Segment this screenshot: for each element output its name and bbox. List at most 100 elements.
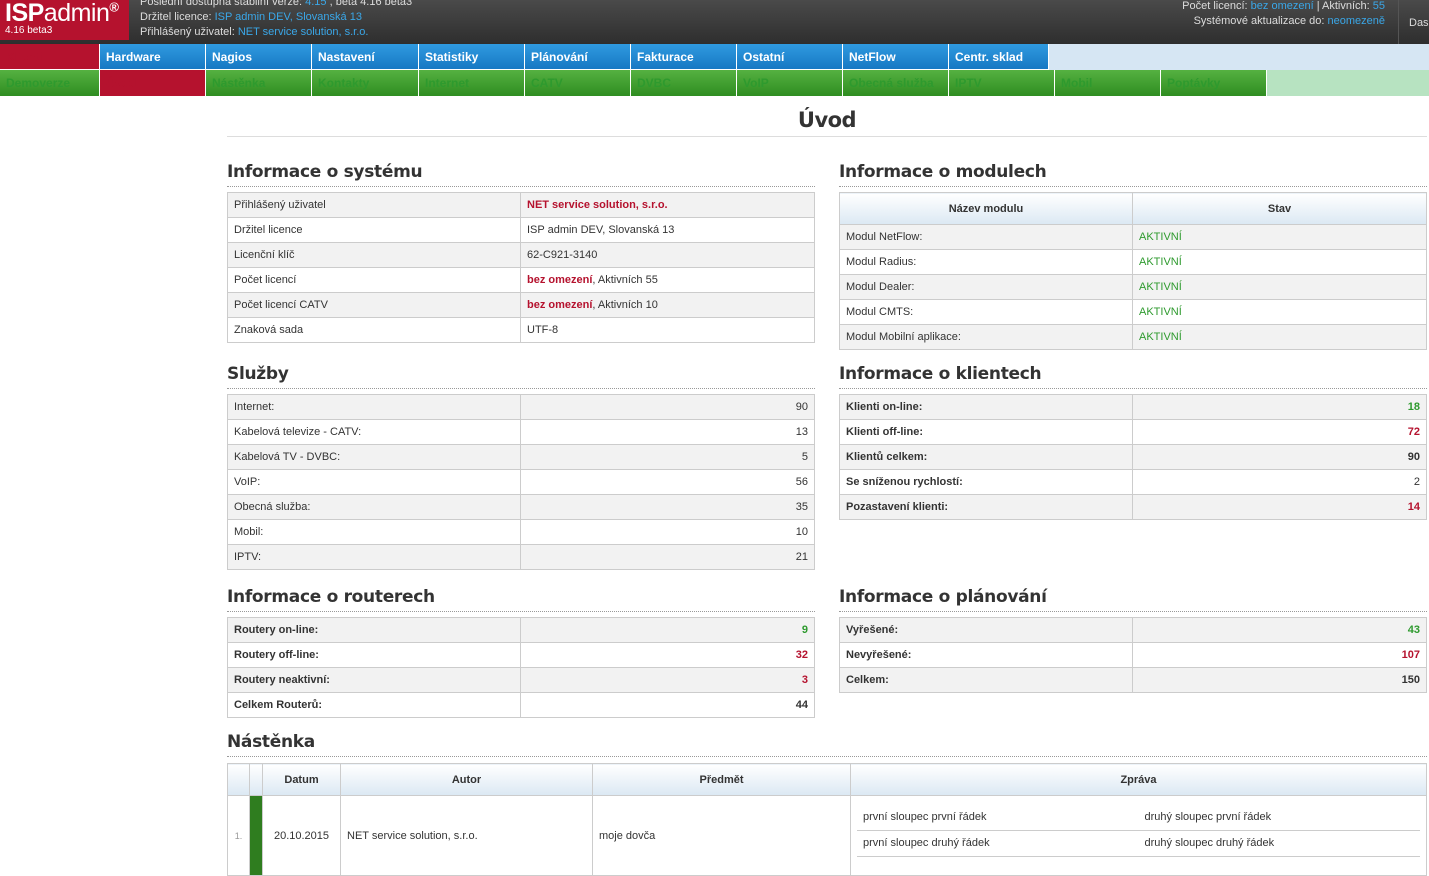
system-info-row: Držitel licence ISP admin DEV, Slovanská … xyxy=(227,217,815,243)
clients-row: Klienti off-line: 72 xyxy=(839,419,1427,445)
board-table: Datum Autor Předmět Zpráva 1. 20.10.2015 N… xyxy=(227,763,1427,876)
menu-item-0[interactable]: Klienti xyxy=(0,44,100,70)
clients-table: Klienti on-line: 18 Klienti off-line: 72 Kli… xyxy=(839,394,1427,520)
clients-divider xyxy=(839,388,1427,389)
modules-col-name[interactable]: Název modulu xyxy=(839,192,1133,225)
board-col-date[interactable]: Datum xyxy=(262,763,341,796)
services-row: Kabelová televize - CATV: 13 xyxy=(227,419,815,445)
services-row: VoIP: 56 xyxy=(227,469,815,495)
routers-label: Routery on-line: xyxy=(227,617,521,643)
planning-value: 107 xyxy=(1132,642,1427,668)
header-info: Poslední dostupná stabilní verze: 4.15 ,… xyxy=(140,0,412,40)
submenu-item-2[interactable]: Nástěnka xyxy=(206,70,312,96)
routers-row: Routery on-line: 9 xyxy=(227,617,815,643)
module-name: Modul Dealer: xyxy=(839,274,1133,300)
modules-divider xyxy=(839,186,1427,187)
dashboard-link[interactable]: Dashboard xyxy=(1398,0,1429,44)
system-info-row: Počet licencí CATV bez omezení, Aktivních… xyxy=(227,292,815,318)
submenu-item-8[interactable]: Obecná služba xyxy=(843,70,949,96)
menu-item-2[interactable]: Nagios xyxy=(206,44,312,70)
system-info-value: ISP admin DEV, Slovanská 13 xyxy=(520,217,815,243)
submenu-item-5[interactable]: CATV xyxy=(525,70,631,96)
menu-item-8[interactable]: NetFlow xyxy=(843,44,949,70)
logged-user-label: Přihlášený uživatel: xyxy=(140,26,238,38)
header-license-info: Počet licencí: bez omezení | Aktivních: … xyxy=(1182,0,1385,29)
message-cell: druhý sloupec první řádek xyxy=(1138,804,1420,831)
license-unlimited: bez omezení xyxy=(527,274,593,286)
system-info-row: Přihlášený uživatel NET service solution,… xyxy=(227,192,815,218)
menu-item-1[interactable]: Hardware xyxy=(100,44,206,70)
logo[interactable]: ISPadmin® 4.16 beta3 xyxy=(0,0,129,40)
planning-value: 43 xyxy=(1132,617,1427,643)
routers-row: Routery neaktivní: 3 xyxy=(227,667,815,693)
module-state: AKTIVNÍ xyxy=(1132,274,1427,300)
planning-title: Informace o plánování xyxy=(839,587,1047,607)
license-count-label: Počet licencí: xyxy=(1182,0,1251,12)
message-row: první sloupec první řádek druhý sloupec p… xyxy=(857,804,1420,831)
stable-version-link[interactable]: 4.15 xyxy=(305,0,326,8)
menu-item-3[interactable]: Nastavení xyxy=(312,44,419,70)
submenu-item-10[interactable]: Mobil xyxy=(1055,70,1161,96)
board-row[interactable]: 1. 20.10.2015 NET service solution, s.r.o.… xyxy=(227,795,1427,876)
planning-row: Vyřešené: 43 xyxy=(839,617,1427,643)
routers-title: Informace o routerech xyxy=(227,587,435,607)
clients-value: 18 xyxy=(1132,394,1427,420)
services-row: IPTV: 21 xyxy=(227,544,815,570)
board-subject: moje dovča xyxy=(592,795,851,876)
routers-row: Celkem Routerů: 44 xyxy=(227,692,815,718)
submenu-item-7[interactable]: VoIP xyxy=(737,70,843,96)
license-sep: | Aktivních: xyxy=(1313,0,1373,12)
routers-value: 32 xyxy=(520,642,815,668)
module-state: AKTIVNÍ xyxy=(1132,299,1427,325)
clients-value: 90 xyxy=(1132,444,1427,470)
planning-label: Celkem: xyxy=(839,667,1133,693)
message-cell: první sloupec druhý řádek xyxy=(857,830,1139,857)
sub-menu: Demoverze Úvod Nástěnka Kontakty Internet CAT… xyxy=(0,70,1429,96)
menu-item-4[interactable]: Statistiky xyxy=(419,44,525,70)
modules-col-state[interactable]: Stav xyxy=(1132,192,1427,225)
submenu-item-1[interactable]: Úvod xyxy=(100,70,206,96)
menu-item-7[interactable]: Ostatní xyxy=(737,44,843,70)
module-state: AKTIVNÍ xyxy=(1132,224,1427,250)
submenu-item-6[interactable]: DVBC xyxy=(631,70,737,96)
routers-divider xyxy=(227,611,815,612)
planning-divider xyxy=(839,611,1427,612)
menu-item-6[interactable]: Fakturace xyxy=(631,44,737,70)
services-value: 35 xyxy=(520,494,815,520)
board-col-author[interactable]: Autor xyxy=(340,763,593,796)
routers-value: 9 xyxy=(520,617,815,643)
submenu-item-9[interactable]: IPTV xyxy=(949,70,1055,96)
board-message: první sloupec první řádek druhý sloupec p… xyxy=(850,795,1427,876)
services-label: Internet: xyxy=(227,394,521,420)
routers-row: Routery off-line: 32 xyxy=(227,642,815,668)
board-col-message[interactable]: Zpráva xyxy=(850,763,1427,796)
board-col-subject[interactable]: Předmět xyxy=(592,763,851,796)
logged-user-value[interactable]: NET service solution, s.r.o. xyxy=(238,26,369,38)
system-info-table: Přihlášený uživatel NET service solution,… xyxy=(227,192,815,343)
license-holder-value[interactable]: ISP admin DEV, Slovanská 13 xyxy=(215,11,362,23)
planning-row: Nevyřešené: 107 xyxy=(839,642,1427,668)
submenu-item-11[interactable]: Poptávky xyxy=(1161,70,1267,96)
system-info-value: bez omezení, Aktivních 55 xyxy=(520,267,815,293)
routers-label: Routery off-line: xyxy=(227,642,521,668)
services-value: 13 xyxy=(520,419,815,445)
menu-item-5[interactable]: Plánování xyxy=(525,44,631,70)
license-count-value: bez omezení xyxy=(1250,0,1314,12)
license-unlimited: bez omezení xyxy=(527,299,593,311)
services-label: Kabelová televize - CATV: xyxy=(227,419,521,445)
planning-label: Nevyřešené: xyxy=(839,642,1133,668)
updates-value: neomezeně xyxy=(1327,15,1386,27)
menu-item-9[interactable]: Centr. sklad xyxy=(949,44,1049,70)
planning-value: 150 xyxy=(1132,667,1427,693)
submenu-item-3[interactable]: Kontakty xyxy=(312,70,419,96)
system-info-row: Počet licencí bez omezení, Aktivních 55 xyxy=(227,267,815,293)
main-menu: Klienti Hardware Nagios Nastavení Statistiky… xyxy=(0,44,1429,70)
submenu-item-0[interactable]: Demoverze xyxy=(0,70,100,96)
services-value: 90 xyxy=(520,394,815,420)
clients-label: Se sníženou rychlostí: xyxy=(839,469,1133,495)
planning-label: Vyřešené: xyxy=(839,617,1133,643)
submenu-item-4[interactable]: Internet xyxy=(419,70,525,96)
module-row: Modul CMTS: AKTIVNÍ xyxy=(839,299,1427,325)
system-info-label: Držitel licence xyxy=(227,217,521,243)
clients-title: Informace o klientech xyxy=(839,364,1042,384)
